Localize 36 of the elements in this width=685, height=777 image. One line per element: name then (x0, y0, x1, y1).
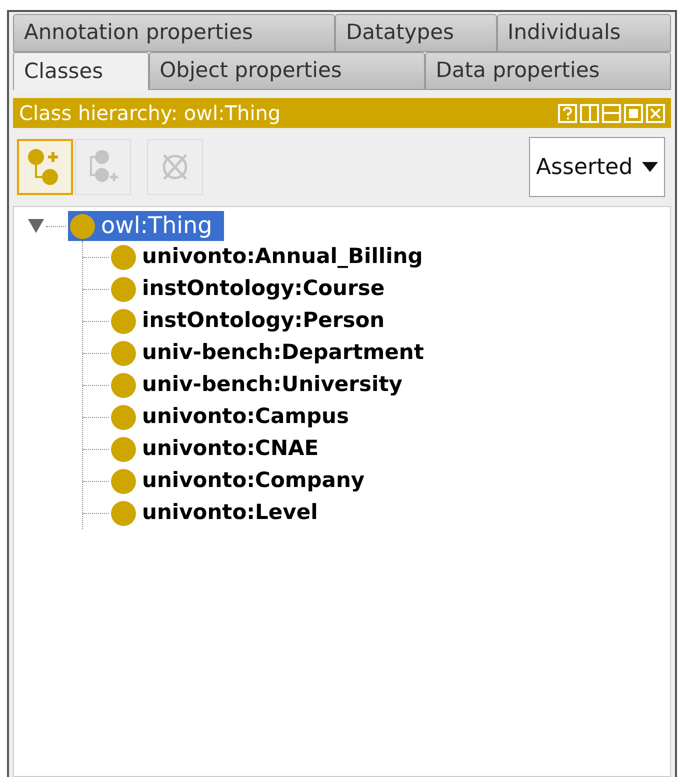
class-icon (111, 500, 136, 526)
view-mode-dropdown[interactable]: Asserted (529, 137, 665, 197)
class-icon (111, 340, 136, 366)
tab[interactable]: Object properties (148, 52, 425, 90)
tab[interactable]: Annotation properties (13, 14, 335, 52)
tab[interactable]: Classes (13, 52, 149, 90)
class-icon (111, 372, 136, 398)
maximize-icon[interactable] (624, 104, 643, 122)
tree-node[interactable]: univonto:Annual_Billing (109, 241, 427, 273)
close-icon[interactable] (646, 104, 665, 122)
tree-node[interactable]: univonto:Campus (109, 401, 353, 433)
tree-node[interactable]: instOntology:Course (109, 273, 389, 305)
tab[interactable]: Data properties (424, 52, 671, 90)
tree-node[interactable]: univ-bench:University (109, 369, 406, 401)
caret-icon (642, 162, 658, 172)
tree-node[interactable]: univonto:Company (109, 465, 369, 497)
split-horizontal-icon[interactable] (602, 104, 621, 122)
class-icon (111, 308, 136, 334)
help-icon[interactable] (558, 104, 577, 122)
tree-node[interactable]: univonto:CNAE (109, 433, 323, 465)
expand-toggle-icon[interactable] (28, 219, 44, 233)
class-icon (111, 276, 136, 302)
tree-node[interactable]: instOntology:Person (109, 305, 389, 337)
tab[interactable]: Individuals (496, 14, 671, 52)
tree-node[interactable]: univ-bench:Department (109, 337, 428, 369)
class-icon (111, 436, 136, 462)
class-icon (111, 404, 136, 430)
tree-node[interactable]: univonto:Level (109, 497, 322, 529)
class-icon (111, 244, 136, 270)
tab[interactable]: Datatypes (334, 14, 497, 52)
class-icon (111, 468, 136, 494)
tree-node[interactable]: owl:Thing (68, 211, 224, 241)
add-subclass-button[interactable] (17, 139, 73, 195)
view-title: Class hierarchy: owl:Thing (19, 100, 281, 127)
class-icon (70, 214, 95, 238)
split-vertical-icon[interactable] (580, 104, 599, 122)
